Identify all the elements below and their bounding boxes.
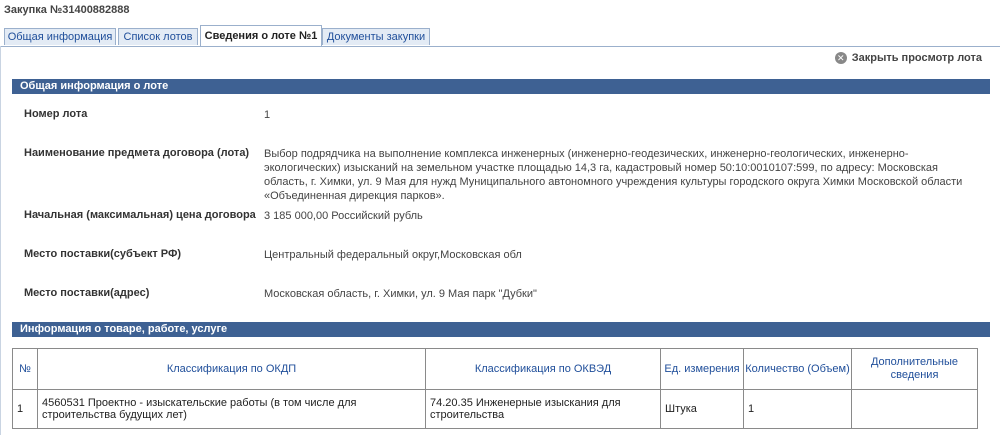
section-header-goods-info: Информация о товаре, работе, услуге — [12, 322, 990, 337]
column-header-unit: Ед. измерения — [660, 348, 744, 390]
close-lot-view-button[interactable]: ✕ Закрыть просмотр лота — [834, 52, 982, 64]
field-value-lot-number: 1 — [264, 109, 271, 121]
goods-table: № Классификация по ОКДП Классификация по… — [12, 348, 978, 429]
column-header-okdp: Классификация по ОКДП — [37, 348, 426, 390]
field-label-initial-price: Начальная (максимальная) цена договора — [24, 209, 256, 221]
column-header-number: № — [12, 348, 38, 390]
table-header-row: № Классификация по ОКДП Классификация по… — [12, 348, 978, 390]
column-header-okved: Классификация по ОКВЭД — [425, 348, 661, 390]
field-value-delivery-address: Московская область, г. Химки, ул. 9 Мая … — [264, 288, 537, 300]
tab-procurement-documents[interactable]: Документы закупки — [322, 28, 430, 45]
field-label-delivery-region: Место поставки(субъект РФ) — [24, 248, 182, 260]
page-title: Закупка №31400882888 — [4, 4, 130, 16]
section-header-lot-info: Общая информация о лоте — [12, 79, 990, 94]
tab-lot-list[interactable]: Список лотов — [118, 28, 198, 45]
field-value-delivery-region: Центральный федеральный округ,Московская… — [264, 249, 522, 261]
close-lot-view-label: Закрыть просмотр лота — [851, 52, 982, 64]
cell-okdp: 4560531 Проектно - изыскательские работы… — [37, 389, 426, 429]
field-label-delivery-address: Место поставки(адрес) — [24, 287, 150, 299]
column-header-quantity: Количество (Объем) — [743, 348, 852, 390]
cell-quantity: 1 — [743, 389, 852, 429]
field-label-lot-number: Номер лота — [24, 108, 88, 120]
tab-general-info[interactable]: Общая информация — [4, 28, 116, 45]
cell-number: 1 — [12, 389, 38, 429]
field-value-contract-subject: Выбор подрядчика на выполнение комплекса… — [264, 148, 963, 202]
table-row: 1 4560531 Проектно - изыскательские рабо… — [12, 389, 978, 429]
cell-okved: 74.20.35 Инженерные изыскания для строит… — [425, 389, 661, 429]
column-header-additional-info: Дополнительные сведения — [851, 348, 978, 390]
field-label-contract-subject: Наименование предмета договора (лота) — [24, 147, 250, 159]
cell-additional-info — [851, 389, 978, 429]
tab-bar: Общая информация Список лотов Сведения о… — [0, 25, 1000, 47]
tab-lot-details[interactable]: Сведения о лоте №1 — [200, 25, 322, 46]
field-value-initial-price: 3 185 000,00 Российский рубль — [264, 210, 423, 222]
cell-unit: Штука — [660, 389, 744, 429]
close-icon: ✕ — [834, 52, 847, 64]
